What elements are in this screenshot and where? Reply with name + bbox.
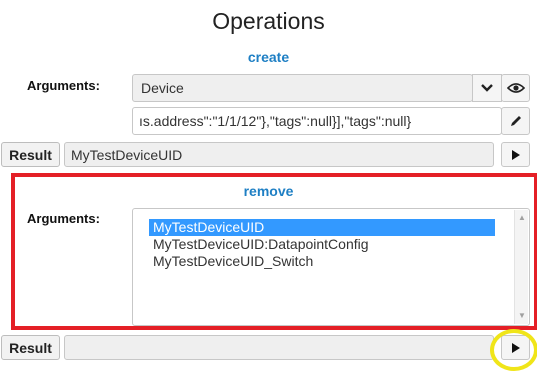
create-result-value: MyTestDeviceUID <box>71 147 183 163</box>
remove-arguments-label: Arguments: <box>27 211 100 226</box>
chevron-down-icon <box>481 84 493 92</box>
dropdown-button[interactable] <box>472 74 502 102</box>
create-arguments-label: Arguments: <box>27 78 100 93</box>
list-item[interactable]: MyTestDeviceUID:DatapointConfig <box>149 236 373 253</box>
create-result-field: MyTestDeviceUID <box>64 142 494 167</box>
create-operation-link[interactable]: create <box>0 49 537 65</box>
remove-arguments-listbox[interactable]: MyTestDeviceUID MyTestDeviceUID:Datapoin… <box>132 208 530 326</box>
view-button[interactable] <box>501 74 530 102</box>
scroll-down-arrow-icon[interactable]: ▼ <box>515 310 529 322</box>
create-result-button[interactable]: Result <box>1 142 60 167</box>
play-icon <box>511 149 520 160</box>
create-json-value: ıs.address":"1/1/12"},"tags":null}],"tag… <box>139 113 412 129</box>
listbox-scrollbar[interactable]: ▲ ▼ <box>514 210 528 324</box>
edit-button[interactable] <box>501 107 530 135</box>
remove-result-button[interactable]: Result <box>1 335 60 360</box>
create-json-input[interactable]: ıs.address":"1/1/12"},"tags":null}],"tag… <box>132 107 502 135</box>
pencil-icon <box>510 116 521 126</box>
list-item[interactable]: MyTestDeviceUID_Switch <box>149 253 317 270</box>
page-title: Operations <box>212 8 325 34</box>
eye-icon <box>506 83 525 93</box>
run-button-highlight-circle <box>490 329 537 371</box>
remove-result-field <box>64 335 494 360</box>
create-type-select-value: Device <box>141 80 184 96</box>
scroll-up-arrow-icon[interactable]: ▲ <box>515 212 529 224</box>
create-type-select[interactable]: Device <box>132 74 473 102</box>
create-run-button[interactable] <box>501 142 530 167</box>
remove-operation-link[interactable]: remove <box>0 183 537 199</box>
list-item[interactable]: MyTestDeviceUID <box>149 219 495 236</box>
